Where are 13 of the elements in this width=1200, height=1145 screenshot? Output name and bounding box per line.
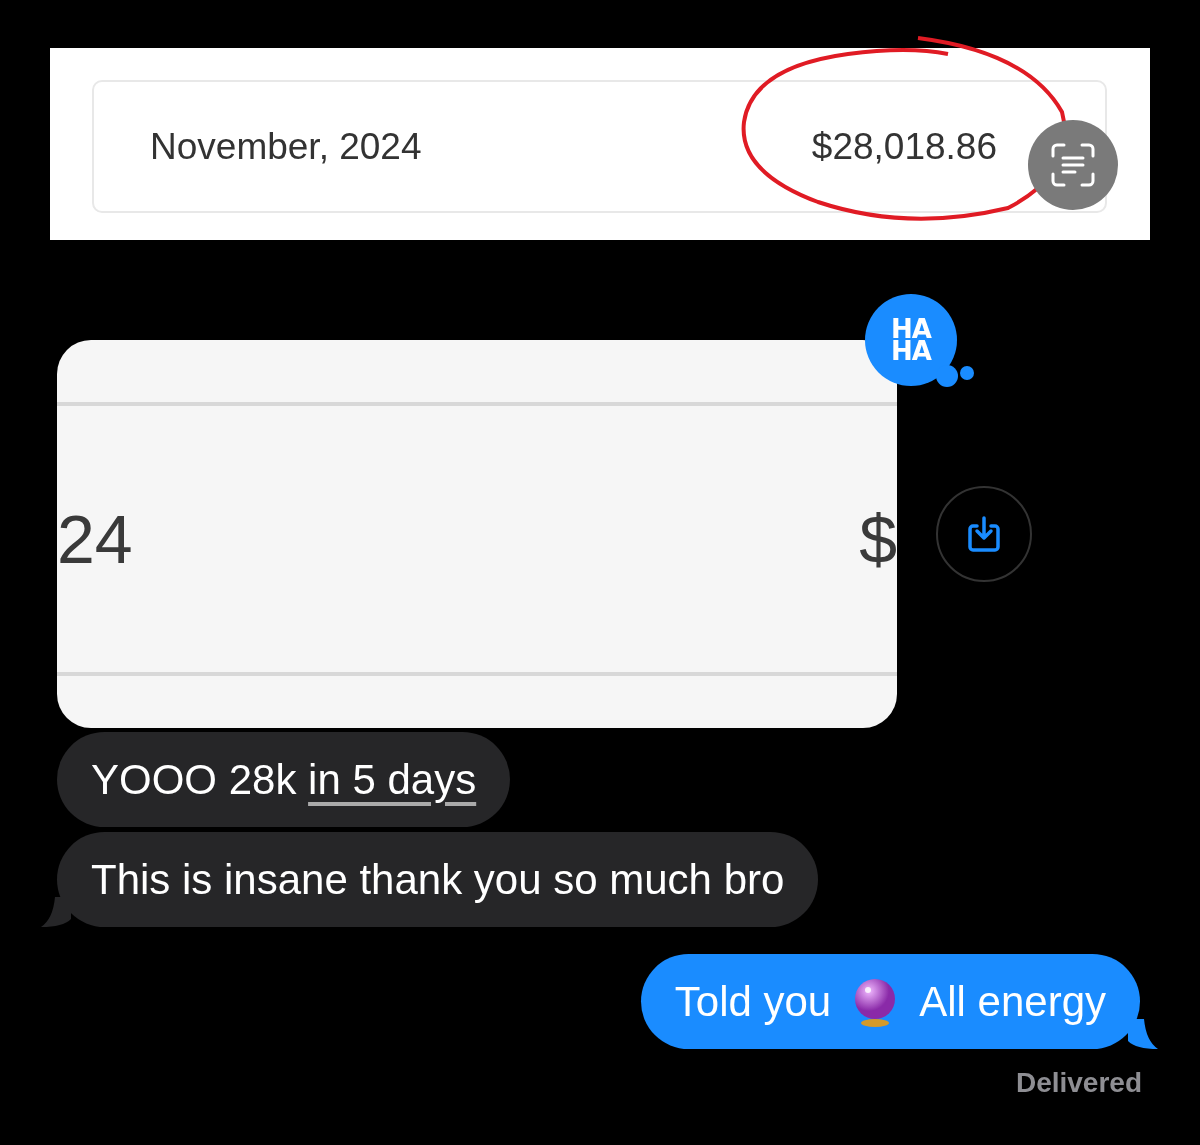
save-button[interactable] [936, 486, 1032, 582]
currency-text: $ [859, 505, 897, 573]
crystal-ball-icon [853, 976, 898, 1027]
month-label: November, 2024 [150, 125, 422, 168]
message-text: Told you [674, 977, 832, 1026]
message-text: All energy [919, 977, 1106, 1026]
amount-label: $28,018.86 [811, 125, 997, 168]
year-text: 24 [57, 505, 133, 573]
message-text: This is insane thank you so much bro [91, 855, 785, 904]
delivered-status: Delivered [1015, 1067, 1142, 1099]
reaction-text: HA [891, 318, 931, 340]
date-link[interactable]: in 5 days [308, 755, 477, 803]
message-text: YOOO 28k in 5 days [91, 755, 477, 804]
